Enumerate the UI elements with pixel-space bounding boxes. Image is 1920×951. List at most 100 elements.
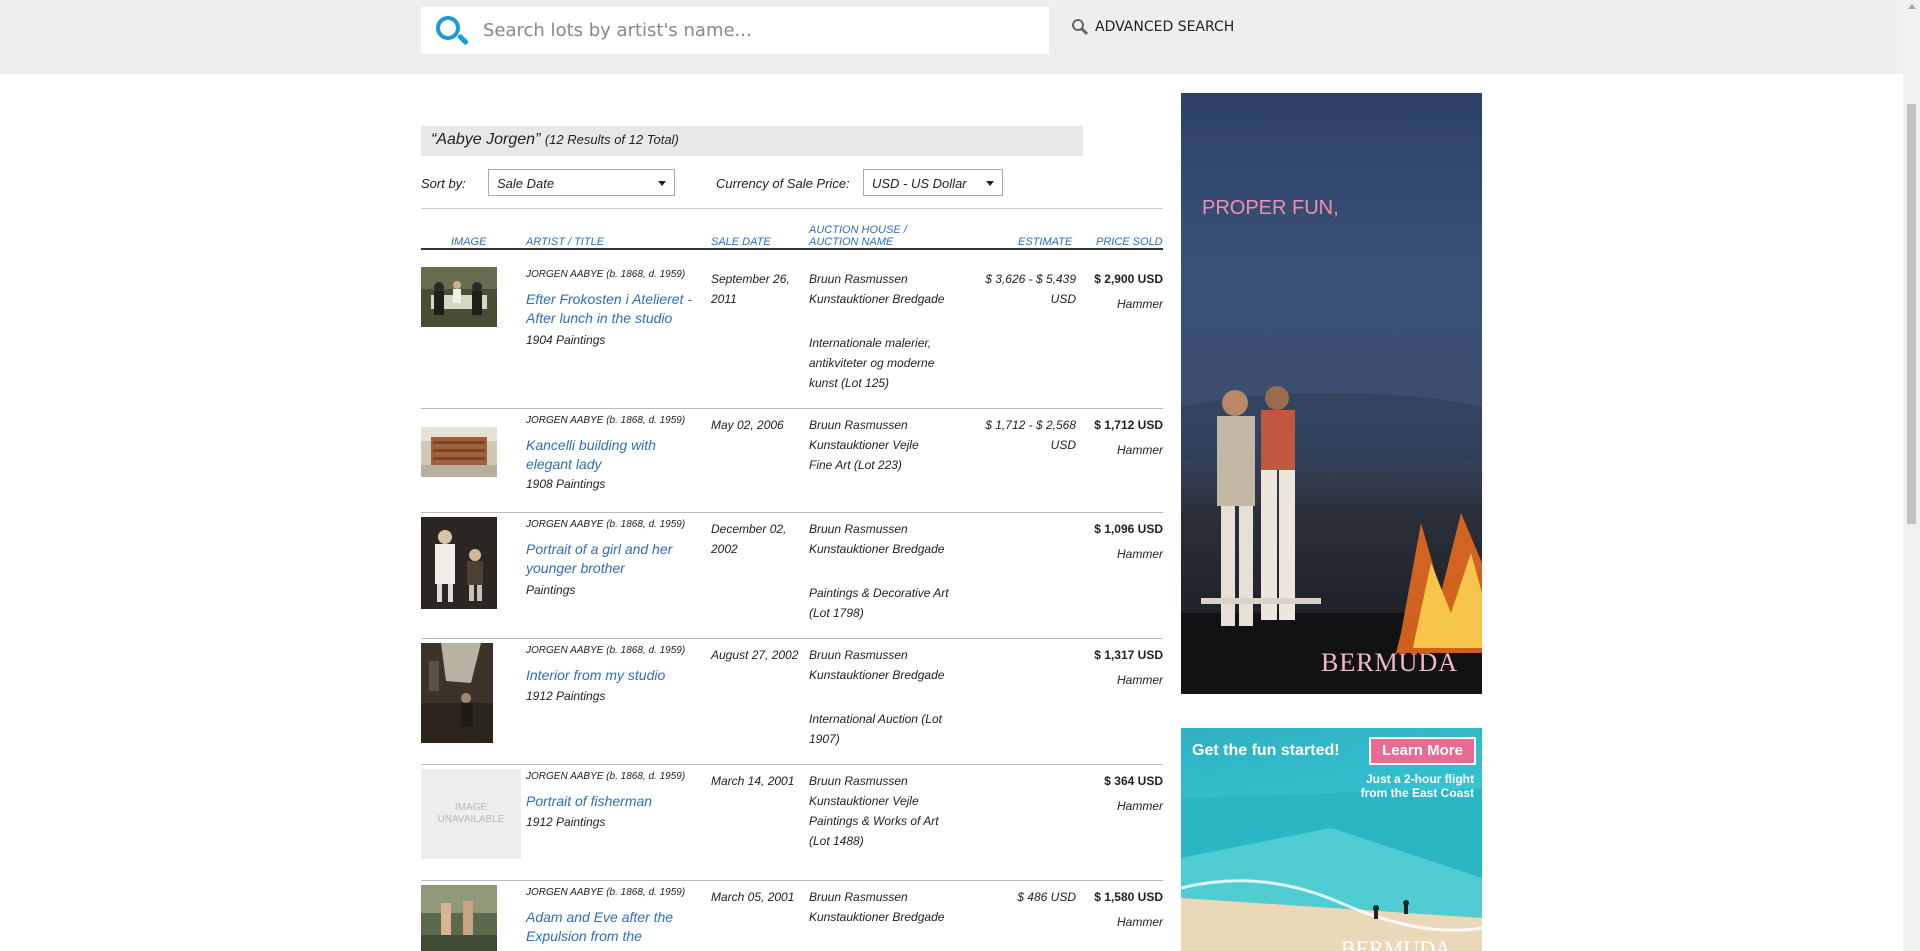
results-query: “Aabye Jorgen” [431,131,541,148]
col-sale-date[interactable]: SALE DATE [711,236,771,248]
col-price-sold[interactable]: PRICE SOLD [1096,236,1163,248]
artwork-thumbnail[interactable] [421,643,493,743]
learn-more-button[interactable]: Learn More [1369,737,1476,765]
chevron-down-icon [658,181,666,186]
scrollbar-thumb[interactable] [1907,104,1916,524]
ad-subtext: Just a 2-hour flight from the East Coast [1329,772,1474,800]
lot-title-link[interactable]: Portrait of fisherman [526,792,696,811]
divider [421,208,1163,209]
col-estimate[interactable]: ESTIMATE [1018,236,1072,248]
lot-title-link[interactable]: Portrait of a girl and her younger broth… [526,540,696,578]
auction-house: Bruun Rasmussen Kunstauktioner Bredgade [809,648,945,682]
price-sold: $ 2,900 USD [1094,272,1163,286]
results-header: “Aabye Jorgen” (12 Results of 12 Total) [421,126,1083,156]
hammer-label: Hammer [1116,297,1163,311]
sale-date: March 14, 2001 [711,774,795,788]
artist-name: JORGEN AABYE [526,887,604,898]
currency-label: Currency of Sale Price: [716,176,850,191]
page-scrollbar[interactable] [1903,0,1920,951]
scroll-up-icon[interactable] [1908,4,1916,9]
price-sold: $ 1,712 USD [1094,418,1163,432]
sale-date: May 02, 2006 [711,418,784,432]
lot-medium: 1912 Paintings [526,689,606,703]
lot-medium: Paintings [526,583,576,597]
lot-medium: 1904 Paintings [526,333,606,347]
artist-line: JORGEN AABYE (b. 1868, d. 1959) [526,415,686,426]
results-count: (12 Results of 12 Total) [544,132,679,147]
hammer-label: Hammer [1116,799,1163,813]
lot-medium: 1908 Paintings [526,477,606,491]
table-row: JORGEN AABYE (b. 1868, d. 1959) Portrait… [421,513,1163,639]
sort-dropdown[interactable]: Sale Date [488,169,675,196]
sort-label: Sort by: [421,176,466,191]
advanced-search-label: ADVANCED SEARCH [1095,19,1235,35]
ad-subtext-line1: Just a 2-hour flight [1366,772,1474,786]
search-input[interactable] [483,20,1043,41]
ad-headline: PROPER FUN, [1202,197,1339,219]
ad-brand-logo: BERMUDA [1321,648,1459,677]
artist-dates: (b. 1868, d. 1959) [606,269,686,280]
top-search-bar: ADVANCED SEARCH [0,0,1903,74]
estimate: $ 1,712 - $ 2,568 USD [985,418,1076,452]
artwork-thumbnail[interactable] [421,267,497,327]
artist-name: JORGEN AABYE [526,415,604,426]
artwork-thumbnail[interactable] [421,427,497,477]
price-sold: $ 1,317 USD [1094,648,1163,662]
col-artist-title[interactable]: ARTIST / TITLE [526,236,604,248]
search-icon[interactable] [429,7,471,54]
artist-dates: (b. 1868, d. 1959) [606,771,686,782]
auction-name: Fine Art (Lot 223) [809,458,902,472]
estimate: $ 486 USD [1017,890,1076,904]
currency-dropdown[interactable]: USD - US Dollar [863,169,1003,196]
sort-value: Sale Date [497,176,555,191]
lot-title-link[interactable]: Efter Frokosten i Atelieret - After lunc… [526,290,696,328]
sale-date: March 05, 2001 [711,890,795,904]
lot-title-link[interactable]: Kancelli building with elegant lady [526,436,696,474]
lot-medium: 1912 Paintings [526,815,606,829]
artist-line: JORGEN AABYE (b. 1868, d. 1959) [526,771,686,782]
artist-line: JORGEN AABYE (b. 1868, d. 1959) [526,519,686,530]
artist-dates: (b. 1868, d. 1959) [606,519,686,530]
table-row: JORGEN AABYE (b. 1868, d. 1959) Adam and… [421,881,1163,951]
lot-title-link[interactable]: Interior from my studio [526,666,696,685]
col-auction-house[interactable]: AUCTION HOUSE / AUCTION NAME [809,224,907,248]
auction-house: Bruun Rasmussen Kunstauktioner Bredgade [809,890,945,924]
col-auction-house-line1: AUCTION HOUSE / [809,224,907,236]
hammer-label: Hammer [1116,673,1163,687]
currency-value: USD - US Dollar [872,176,967,191]
table-row: IMAGE UNAVAILABLE JORGEN AABYE (b. 1868,… [421,765,1163,881]
search-box[interactable] [421,7,1049,54]
hammer-label: Hammer [1116,443,1163,457]
price-sold: $ 1,580 USD [1094,890,1163,904]
sort-row: Sort by: Sale Date Currency of Sale Pric… [421,168,1163,198]
auction-name: Paintings & Decorative Art (Lot 1798) [809,586,949,620]
header-rule [421,248,1163,250]
artwork-thumbnail[interactable] [421,885,497,951]
sale-date: December 02, 2002 [711,522,787,556]
col-image[interactable]: IMAGE [451,236,486,248]
estimate: $ 3,626 - $ 5,439 USD [985,272,1076,306]
artist-name: JORGEN AABYE [526,519,604,530]
lot-title-link[interactable]: Adam and Eve after the Expulsion from th… [526,908,696,946]
table-row: JORGEN AABYE (b. 1868, d. 1959) Kancelli… [421,409,1163,513]
auction-house: Bruun Rasmussen Kunstauktioner Vejle [809,774,919,808]
artwork-thumbnail[interactable]: IMAGE UNAVAILABLE [421,769,521,859]
col-auction-house-line2: AUCTION NAME [809,236,894,248]
auction-house: Bruun Rasmussen Kunstauktioner Vejle [809,418,919,452]
hammer-label: Hammer [1116,547,1163,561]
ad-subtext-line2: from the East Coast [1360,786,1474,800]
artist-name: JORGEN AABYE [526,269,604,280]
advanced-search-link[interactable]: ADVANCED SEARCH [1071,18,1234,36]
bermuda-ad-banner[interactable]: PROPER FUN, BERMUDA [1181,93,1482,694]
results-panel: “Aabye Jorgen” (12 Results of 12 Total) … [421,126,1163,951]
ad-cta-text: Get the fun started! [1192,742,1340,759]
bermuda-ad-banner-2[interactable]: Get the fun started! Learn More Just a 2… [1181,728,1482,951]
artwork-thumbnail[interactable] [421,517,497,609]
artist-name: JORGEN AABYE [526,771,604,782]
table-row: JORGEN AABYE (b. 1868, d. 1959) Efter Fr… [421,263,1163,409]
price-sold: $ 364 USD [1104,774,1163,788]
artist-name: JORGEN AABYE [526,645,604,656]
image-unavailable-placeholder: IMAGE UNAVAILABLE [421,769,521,859]
artist-dates: (b. 1868, d. 1959) [606,645,686,656]
auction-house: Bruun Rasmussen Kunstauktioner Bredgade [809,522,945,556]
